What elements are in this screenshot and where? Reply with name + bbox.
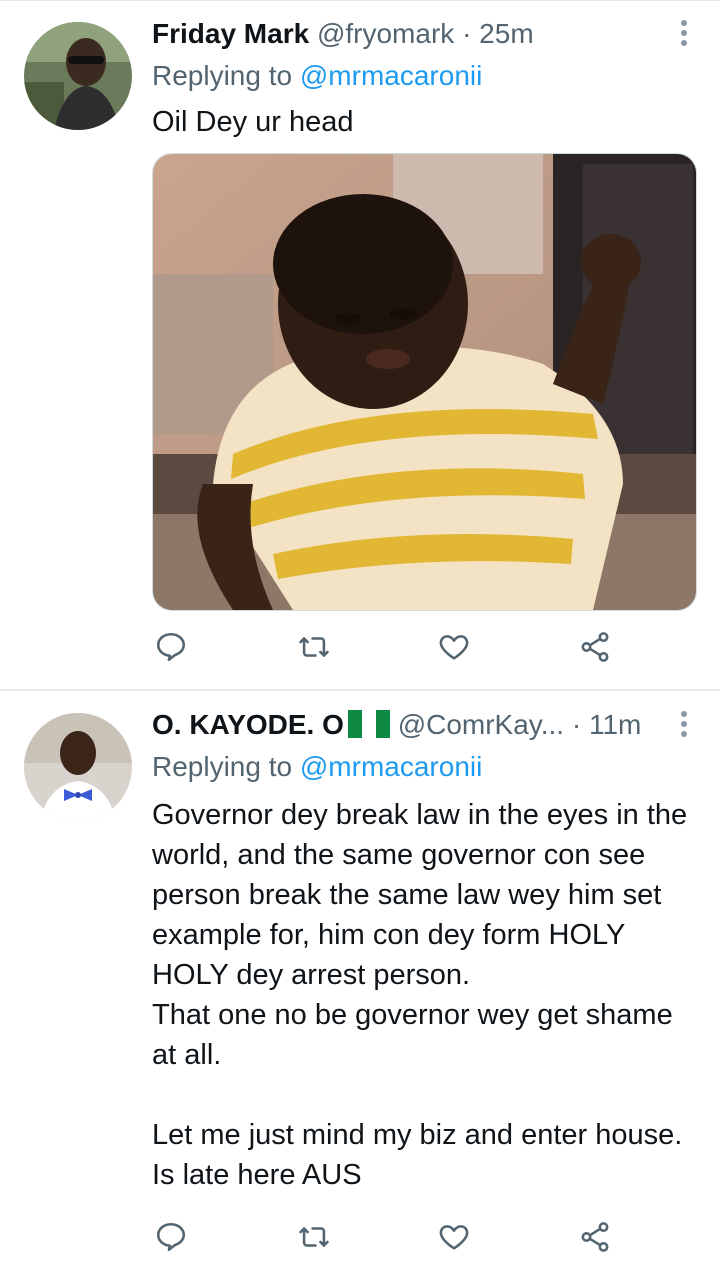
tweet-actions — [152, 1220, 632, 1260]
tweet-2[interactable]: O. KAYODE. O @ComrKay... · 11m Replying … — [0, 691, 720, 1266]
tweet-header: O. KAYODE. O @ComrKay... · 11m — [152, 705, 680, 745]
reply-icon[interactable] — [154, 630, 194, 670]
tweet-actions — [152, 630, 632, 670]
separator: · — [462, 18, 472, 49]
avatar[interactable] — [24, 713, 132, 821]
tweet-1[interactable]: Friday Mark @fryomark · 25m Replying to … — [0, 0, 720, 690]
tweet-image[interactable] — [152, 153, 697, 611]
replying-to-label: Replying to — [152, 751, 293, 782]
retweet-icon[interactable] — [297, 1220, 337, 1260]
replying-to: Replying to @mrmacaronii — [152, 747, 482, 787]
heart-icon[interactable] — [437, 630, 477, 670]
reply-mention-link[interactable]: @mrmacaronii — [300, 751, 482, 782]
display-name[interactable]: Friday Mark — [152, 18, 309, 49]
more-vertical-icon[interactable] — [678, 711, 690, 741]
timestamp[interactable]: 25m — [479, 18, 533, 49]
user-handle[interactable]: @ComrKay... — [398, 709, 564, 740]
timestamp[interactable]: 11m — [589, 709, 641, 740]
replying-to-label: Replying to — [152, 60, 293, 91]
display-name[interactable]: O. KAYODE. O — [152, 709, 344, 740]
share-icon[interactable] — [578, 630, 618, 670]
reply-mention-link[interactable]: @mrmacaronii — [300, 60, 482, 91]
more-vertical-icon[interactable] — [678, 20, 690, 50]
heart-icon[interactable] — [437, 1220, 477, 1260]
avatar[interactable] — [24, 22, 132, 130]
user-handle[interactable]: @fryomark — [317, 18, 454, 49]
tweet-text: Oil Dey ur head — [152, 106, 354, 138]
share-icon[interactable] — [578, 1220, 618, 1260]
tweet-header: Friday Mark @fryomark · 25m — [152, 14, 680, 54]
replying-to: Replying to @mrmacaronii — [152, 56, 482, 96]
separator: · — [571, 709, 582, 740]
nigeria-flag-icon — [347, 710, 390, 738]
reply-icon[interactable] — [154, 1220, 194, 1260]
retweet-icon[interactable] — [297, 630, 337, 670]
tweet-text: Governor dey break law in the eyes in th… — [152, 799, 688, 1191]
